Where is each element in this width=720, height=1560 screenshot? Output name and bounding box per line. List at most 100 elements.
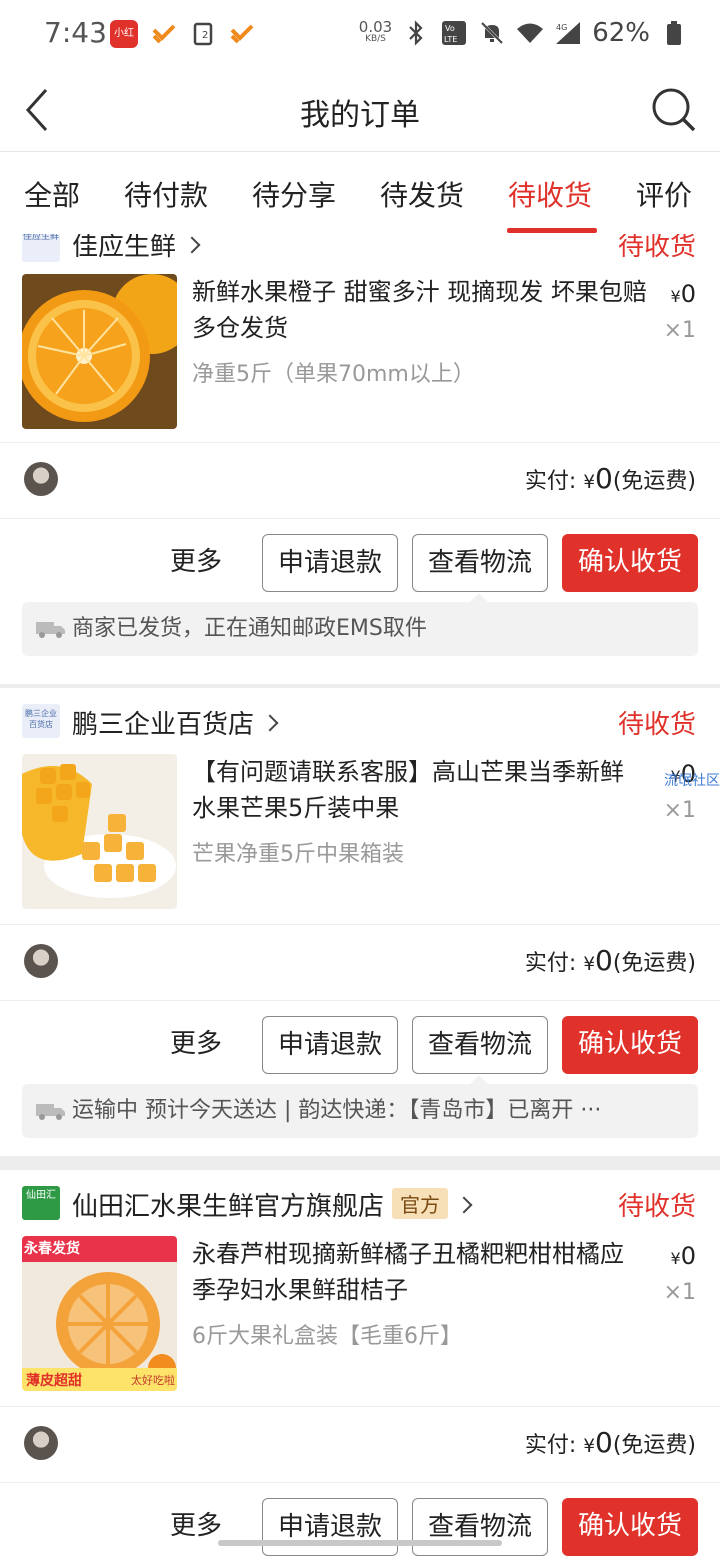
tab-pending-shipment[interactable]: 待发货 — [380, 174, 464, 214]
product-quantity: ×1 — [663, 798, 696, 823]
shipping-note: (免运费) — [612, 951, 696, 976]
shop-header[interactable]: 佳应生鲜 佳应生鲜 待收货 — [0, 234, 720, 274]
paid-amount: 实付: ¥0(免运费) — [525, 1426, 696, 1459]
paid-amount: 实付: ¥0(免运费) — [525, 944, 696, 977]
svg-text:Vo: Vo — [445, 24, 455, 33]
order-status: 待收货 — [617, 1192, 696, 1222]
divider — [0, 1406, 720, 1407]
paid-label: 实付: — [524, 1433, 577, 1458]
tab-pending-payment[interactable]: 待付款 — [124, 174, 208, 214]
logistics-text: 运输中 预计今天送达 | 韵达快递：【青岛市】已离开 ··· — [72, 1098, 602, 1123]
shop-logo: 佳应生鲜 — [22, 234, 60, 262]
more-button[interactable]: 更多 — [156, 1498, 236, 1556]
shop-header[interactable]: 仙田汇 仙田汇水果生鲜官方旗舰店 官方 待收货 — [0, 1176, 720, 1232]
tab-review[interactable]: 评价 — [636, 174, 692, 214]
confirm-receipt-button[interactable]: 确认收货 — [562, 1016, 698, 1074]
product-quantity: ×1 — [663, 318, 696, 343]
chevron-right-icon — [261, 714, 279, 732]
cellular-signal-icon: 4G — [554, 19, 582, 47]
truck-icon — [36, 622, 65, 638]
product-price: ¥0 — [671, 1242, 696, 1270]
top-navigation-bar: 我的订单 — [0, 68, 720, 152]
product-title[interactable]: 【有问题请联系客服】高山芒果当季新鲜水果芒果5斤装中果 — [192, 754, 647, 826]
order-status: 待收货 — [617, 234, 696, 262]
view-logistics-button[interactable]: 查看物流 — [412, 1498, 548, 1556]
paid-symbol: ¥ — [583, 472, 595, 493]
shop-name-text: 鹏三企业百货店 — [72, 710, 255, 740]
more-button[interactable]: 更多 — [156, 1016, 236, 1074]
taobao-notification-icon-2 — [228, 20, 256, 48]
confirm-receipt-button[interactable]: 确认收货 — [562, 1498, 698, 1556]
tab-all[interactable]: 全部 — [24, 174, 80, 214]
search-icon[interactable] — [650, 86, 698, 134]
paid-value: 0 — [595, 944, 613, 977]
order-list: 佳应生鲜 佳应生鲜 待收货 新鲜水果橙子 甜蜜多汁 现摘现发 坏果包赔多仓发货 — [0, 234, 720, 1560]
svg-text:LTE: LTE — [444, 35, 457, 44]
request-refund-button[interactable]: 申请退款 — [262, 534, 398, 592]
side-overlay-text[interactable]: 流氓社区 — [664, 770, 720, 790]
shop-name[interactable]: 鹏三企业百货店 — [72, 704, 279, 741]
product-title[interactable]: 新鲜水果橙子 甜蜜多汁 现摘现发 坏果包赔多仓发货 — [192, 274, 647, 346]
logistics-status[interactable]: 运输中 预计今天送达 | 韵达快递：【青岛市】已离开 ··· — [22, 1084, 698, 1138]
xiaohongshu-app-icon: 小红书 — [110, 20, 138, 67]
battery-icon — [660, 19, 688, 47]
user-avatar — [24, 944, 58, 978]
shop-name[interactable]: 佳应生鲜 — [72, 234, 201, 263]
price-value: 0 — [680, 1242, 696, 1270]
logistics-status[interactable]: 商家已发货，正在通知邮政EMS取件 — [22, 602, 698, 656]
active-tab-indicator — [507, 228, 597, 233]
price-symbol: ¥ — [670, 287, 681, 306]
truck-icon — [36, 1104, 65, 1120]
shipping-note: (免运费) — [612, 469, 696, 494]
user-avatar — [24, 462, 58, 496]
product-title[interactable]: 永春芦柑现摘新鲜橘子丑橘粑粑柑柑橘应季孕妇水果鲜甜桔子 — [192, 1236, 647, 1308]
product-image-caption: 薄皮超甜 — [26, 1373, 82, 1389]
view-logistics-button[interactable]: 查看物流 — [412, 1016, 548, 1074]
price-value: 0 — [680, 280, 696, 308]
request-refund-button[interactable]: 申请退款 — [262, 1498, 398, 1556]
confirm-receipt-button[interactable]: 确认收货 — [562, 534, 698, 592]
wifi-icon — [516, 19, 544, 47]
shop-header[interactable]: 鹏三企业百货店 鹏三企业百货店 待收货 — [0, 694, 720, 750]
shop-logo: 鹏三企业百货店 — [22, 704, 60, 738]
product-price: ¥0 — [671, 280, 696, 308]
paid-amount: 实付: ¥0(免运费) — [525, 462, 696, 495]
product-image[interactable] — [22, 274, 177, 429]
product-image[interactable] — [22, 754, 177, 909]
order-card: 鹏三企业百货店 鹏三企业百货店 待收货 【有问题请联系客服】高山芒果当季新鲜水果… — [0, 688, 720, 1156]
shipping-note: (免运费) — [612, 1433, 696, 1458]
shop-name-text: 佳应生鲜 — [72, 234, 177, 262]
price-symbol: ¥ — [670, 1249, 681, 1268]
product-image[interactable]: 永春发货 薄皮超甜 太好吃啦 — [22, 1236, 177, 1391]
battery-percent: 62% — [592, 18, 650, 48]
order-card: 仙田汇 仙田汇水果生鲜官方旗舰店 官方 待收货 永春发货 薄皮超甜 太好吃啦 永春… — [0, 1170, 720, 1560]
network-speed: 0.03 KB/S — [359, 20, 392, 45]
taobao-notification-icon — [150, 20, 178, 48]
more-button[interactable]: 更多 — [156, 534, 236, 592]
status-time: 7:43 — [44, 16, 107, 49]
paid-value: 0 — [595, 1426, 613, 1459]
status-right-group: 0.03 KB/S Vo LTE 4G 62% — [359, 18, 688, 48]
tab-pending-share[interactable]: 待分享 — [252, 174, 336, 214]
paid-symbol: ¥ — [583, 954, 595, 975]
home-indicator[interactable] — [218, 1540, 502, 1546]
view-logistics-button[interactable]: 查看物流 — [412, 534, 548, 592]
bluetooth-icon — [402, 19, 430, 47]
product-spec: 芒果净重5斤中果箱装 — [192, 842, 404, 867]
product-spec: 净重5斤（单果70mm以上） — [192, 362, 475, 387]
product-spec: 6斤大果礼盒装【毛重6斤】 — [192, 1324, 462, 1349]
mute-bell-icon — [478, 19, 506, 47]
shop-name[interactable]: 仙田汇水果生鲜官方旗舰店 官方 — [72, 1186, 473, 1223]
product-image-badge: 永春发货 — [24, 1241, 80, 1257]
tab-pending-receipt[interactable]: 待收货 — [508, 174, 592, 214]
page-title: 我的订单 — [300, 98, 420, 133]
product-image-tag: 太好吃啦 — [131, 1374, 175, 1387]
divider — [0, 1482, 720, 1483]
clipboard-notification-icon: 2 — [190, 20, 218, 48]
order-card: 佳应生鲜 佳应生鲜 待收货 新鲜水果橙子 甜蜜多汁 现摘现发 坏果包赔多仓发货 — [0, 234, 720, 684]
svg-text:2: 2 — [202, 30, 208, 41]
paid-symbol: ¥ — [583, 1436, 595, 1457]
status-bar: 7:43 小红书 2 0.03 KB/S Vo LTE 4G 62% — [0, 0, 720, 68]
request-refund-button[interactable]: 申请退款 — [262, 1016, 398, 1074]
volte-icon: Vo LTE — [440, 19, 468, 47]
